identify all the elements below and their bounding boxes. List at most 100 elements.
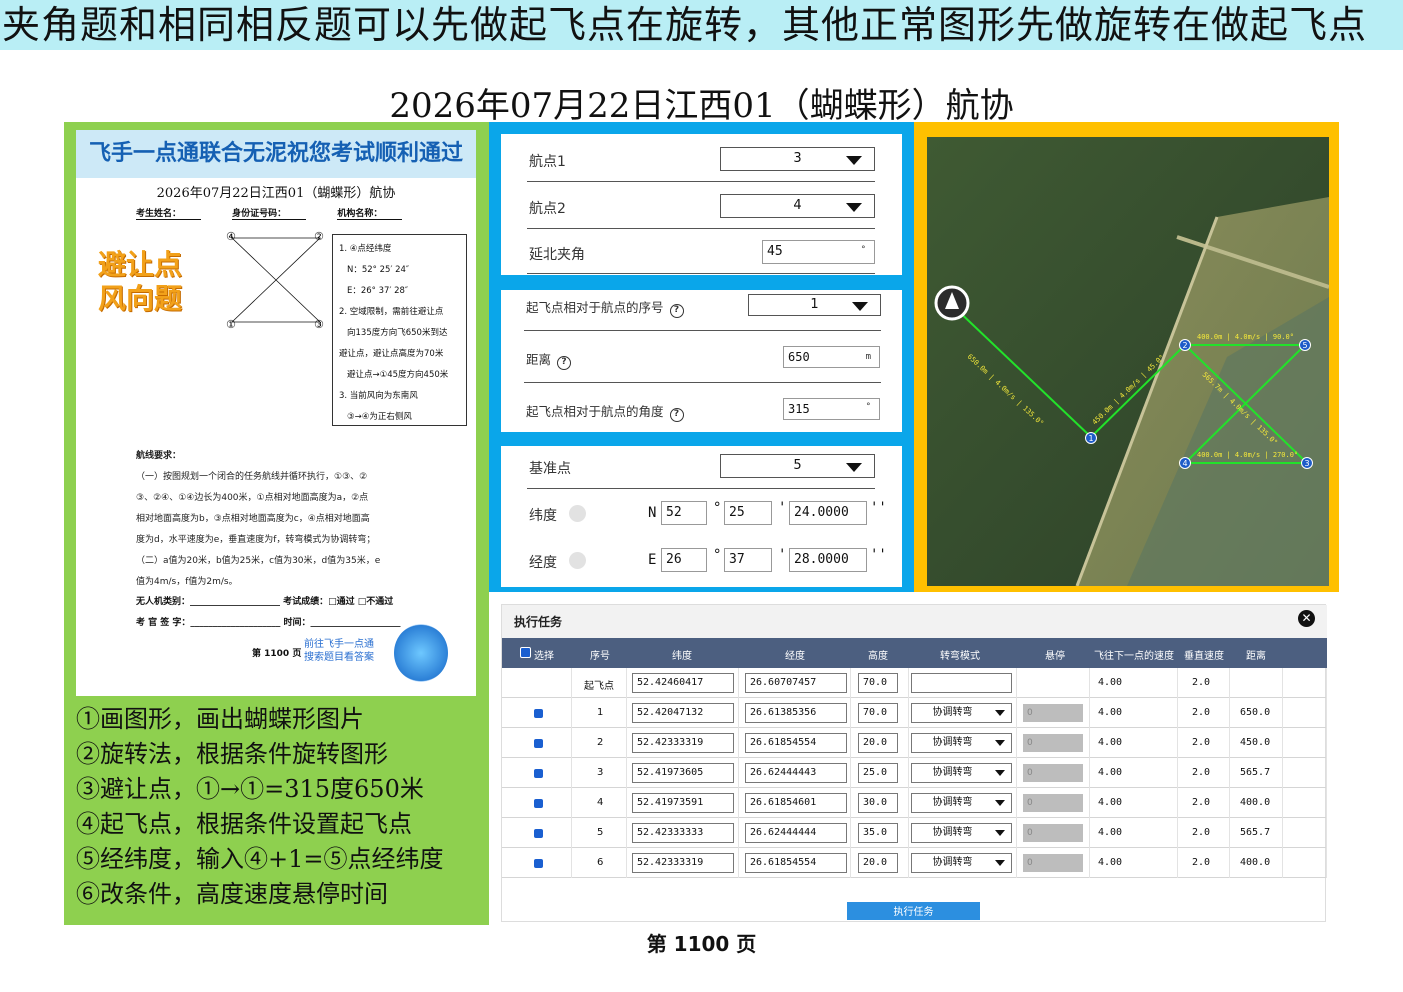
lat-sec-value: 24.0000 xyxy=(794,505,849,520)
hover-input[interactable]: 0 xyxy=(1023,704,1083,722)
waypoint2-value: 4 xyxy=(793,198,802,213)
row-checkbox[interactable] xyxy=(534,829,543,838)
lon-input[interactable]: 26.61854554 xyxy=(745,733,847,753)
alt-input[interactable]: 25.0 xyxy=(858,763,898,783)
lat-input[interactable]: 52.42333319 xyxy=(632,733,734,753)
svg-text:5: 5 xyxy=(1302,341,1307,350)
lon-input[interactable]: 26.62444444 xyxy=(745,823,847,843)
note-line: 避让点，避让点高度为70米 xyxy=(339,349,444,359)
takeoff-marker xyxy=(934,285,970,321)
task-header: 执行任务 ✕ xyxy=(502,605,1327,638)
select-all-checkbox[interactable] xyxy=(520,647,531,658)
hover-input[interactable]: 0 xyxy=(1023,854,1083,872)
distance-value: 565.7 xyxy=(1240,767,1271,778)
lat-min-input[interactable]: 25 xyxy=(724,501,772,525)
lon-input[interactable]: 26.60707457 xyxy=(745,673,847,693)
hover-input[interactable]: 0 xyxy=(1023,764,1083,782)
table-header: 选择 序号 纬度 经度 高度 转弯模式 悬停 飞往下一点的速度 垂直速度 距离 xyxy=(502,638,1327,668)
hover-input[interactable]: 0 xyxy=(1023,824,1083,842)
close-icon[interactable]: ✕ xyxy=(1298,610,1315,627)
alt-input[interactable]: 70.0 xyxy=(858,673,898,693)
execute-button[interactable]: 执行任务 xyxy=(847,902,980,920)
steps-list: ①画图形，画出蝴蝶形图片 ②旋转法，根据条件旋转图形 ③避让点，①→①=315度… xyxy=(76,702,486,912)
satellite-map[interactable]: 650.0m | 4.0m/s | 135.0° 450.0m | 4.0m/s… xyxy=(927,137,1329,586)
takeoff-angle-text: 起飞点相对于航点的角度 xyxy=(526,404,664,419)
takeoff-angle-value: 315 xyxy=(788,402,810,416)
row-checkbox[interactable] xyxy=(534,769,543,778)
takeoff-angle-input[interactable]: 315 ° xyxy=(783,398,880,420)
lon-deg-input[interactable]: 26 xyxy=(661,548,707,572)
lat-input[interactable]: 52.42460417 xyxy=(632,673,734,693)
table-cell xyxy=(1283,818,1327,848)
turn-mode-select[interactable]: 协调转弯 xyxy=(911,733,1012,753)
page-title: 2026年07月22日江西01（蝴蝶形）航协 xyxy=(389,86,1014,126)
task-dialog: 执行任务 ✕ 选择 序号 纬度 经度 高度 转弯模式 悬停 飞往下一点的速度 垂… xyxy=(501,604,1327,922)
alt-input[interactable]: 70.0 xyxy=(858,703,898,723)
vspeed-value: 2.0 xyxy=(1192,737,1211,748)
lon-sec-value: 28.0000 xyxy=(794,552,849,567)
hover-input[interactable]: 0 xyxy=(1023,734,1083,752)
row-checkbox[interactable] xyxy=(534,799,543,808)
req-title: 航线要求： xyxy=(136,451,182,461)
turn-mode-select[interactable]: 协调转弯 xyxy=(911,703,1012,723)
help-icon[interactable]: ? xyxy=(669,408,684,422)
angle-input[interactable]: 45 ° xyxy=(762,240,875,264)
table-cell xyxy=(1017,668,1090,698)
divider xyxy=(527,273,875,274)
turn-mode-select[interactable]: 协调转弯 xyxy=(911,763,1012,783)
step-item: ⑤经纬度，输入④+1=⑤点经纬度 xyxy=(76,845,444,873)
lat-input[interactable]: 52.42047132 xyxy=(632,703,734,723)
lon-min-input[interactable]: 37 xyxy=(724,548,772,572)
turn-mode-value: 协调转弯 xyxy=(932,857,973,868)
lat-sec-input[interactable]: 24.0000 xyxy=(789,501,867,525)
lat-input[interactable]: 52.41973591 xyxy=(632,793,734,813)
vspeed-value: 2.0 xyxy=(1192,707,1211,718)
degree-unit: ° xyxy=(865,402,871,412)
waypoint1-select[interactable]: 3 xyxy=(720,147,875,171)
hover-input[interactable]: 0 xyxy=(1023,794,1083,812)
alt-input[interactable]: 35.0 xyxy=(858,823,898,843)
alt-input[interactable]: 20.0 xyxy=(858,733,898,753)
coord-card: 基准点 5 纬度 N 52 ° 25 ' 24.0000 '' 经度 E 26 … xyxy=(501,446,902,587)
table-row: 5 52.42333333 26.62444444 35.0 协调转弯 0 4.00 2.0 5… xyxy=(502,818,1327,848)
min-symbol: ' xyxy=(778,500,787,516)
lon-input[interactable]: 26.62444443 xyxy=(745,763,847,783)
help-icon[interactable]: ? xyxy=(669,304,684,318)
meter-unit: m xyxy=(865,352,871,362)
turn-mode-select[interactable]: 协调转弯 xyxy=(911,823,1012,843)
col-header: 选择 xyxy=(534,651,554,662)
lat-input[interactable]: 52.41973605 xyxy=(632,763,734,783)
note-line: 避让点→①45度方向450米 xyxy=(347,370,449,380)
col-header: 垂直速度 xyxy=(1184,651,1224,662)
lat-input[interactable]: 52.42333333 xyxy=(632,823,734,843)
col-header: 经度 xyxy=(785,651,805,662)
lon-sec-input[interactable]: 28.0000 xyxy=(789,548,867,572)
turn-mode-select[interactable]: 协调转弯 xyxy=(911,853,1012,873)
takeoff-seq-select[interactable]: 1 xyxy=(748,294,881,316)
lat-deg-input[interactable]: 52 xyxy=(661,501,707,525)
distance-input[interactable]: 650 m xyxy=(783,346,880,368)
row-checkbox[interactable] xyxy=(534,739,543,748)
turn-mode-value: 协调转弯 xyxy=(932,767,973,778)
base-point-select[interactable]: 5 xyxy=(720,454,875,478)
svg-text:1: 1 xyxy=(1088,434,1093,443)
lat-input[interactable]: 52.42333319 xyxy=(632,853,734,873)
turn-mode-empty[interactable] xyxy=(911,673,1012,693)
row-checkbox[interactable] xyxy=(534,709,543,718)
table-cell xyxy=(1283,788,1327,818)
help-icon[interactable]: ? xyxy=(557,356,572,370)
turn-mode-select[interactable]: 协调转弯 xyxy=(911,793,1012,813)
lon-input[interactable]: 26.61385356 xyxy=(745,703,847,723)
alt-input[interactable]: 20.0 xyxy=(858,853,898,873)
vspeed-value: 2.0 xyxy=(1192,767,1211,778)
chevron-down-icon xyxy=(846,463,862,472)
step-item: ④起飞点，根据条件设置起飞点 xyxy=(76,810,412,838)
field-name: 考生姓名： xyxy=(136,209,202,220)
lon-input[interactable]: 26.61854601 xyxy=(745,793,847,813)
vspeed-value: 2.0 xyxy=(1192,857,1211,868)
waypoint2-select[interactable]: 4 xyxy=(720,194,875,218)
alt-input[interactable]: 30.0 xyxy=(858,793,898,813)
row-checkbox[interactable] xyxy=(534,859,543,868)
base-point-value: 5 xyxy=(793,458,802,473)
lon-input[interactable]: 26.61854554 xyxy=(745,853,847,873)
